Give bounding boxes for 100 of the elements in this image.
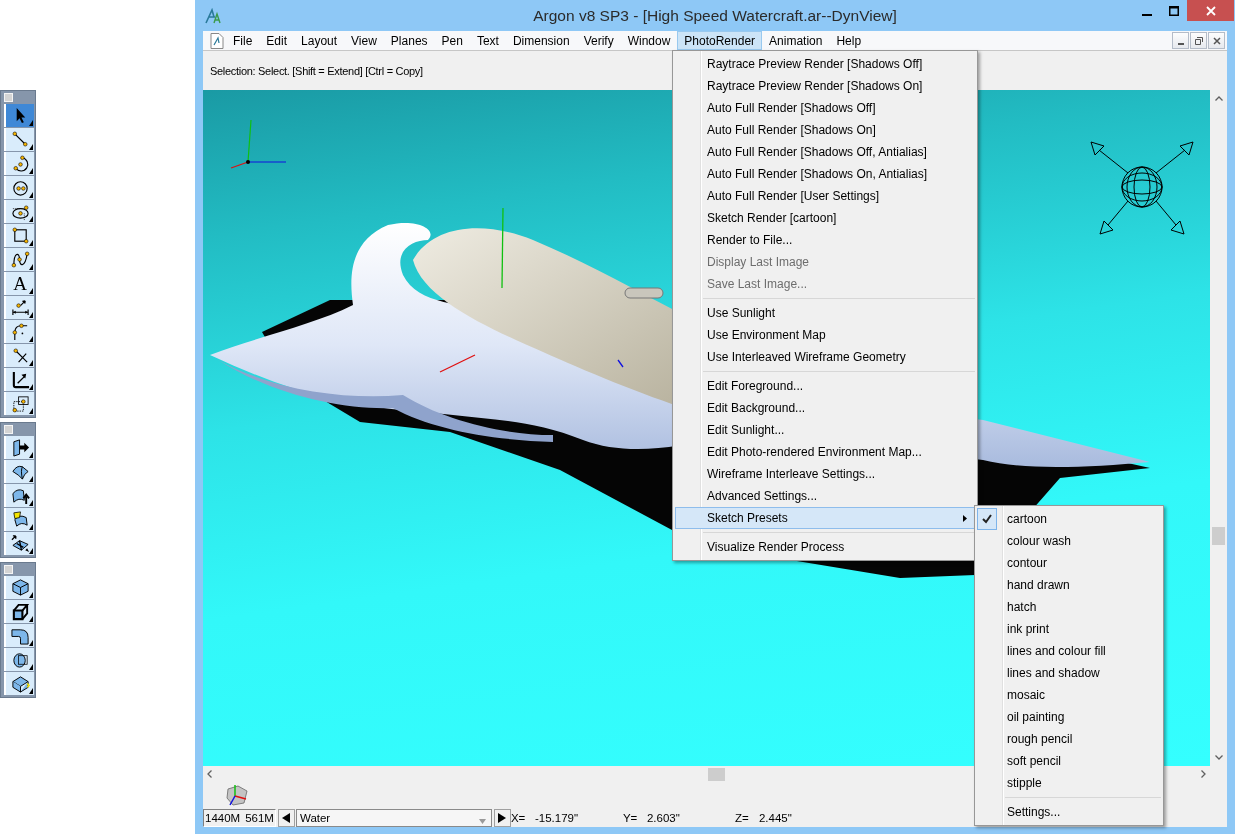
tool-button[interactable] [4,576,34,599]
document-icon[interactable] [210,32,224,49]
menu-item[interactable]: Edit Foreground... [675,375,975,397]
tool-button[interactable] [4,248,34,271]
tool-button[interactable]: A [4,272,34,295]
tool-button[interactable] [4,344,34,367]
menu-item[interactable]: hand drawn [977,574,1161,596]
menu-item[interactable]: Edit Photo-rendered Environment Map... [675,441,975,463]
chevron-right-icon[interactable] [1201,770,1206,778]
menu-item[interactable]: Auto Full Render [Shadows Off, Antialias] [675,141,975,163]
palette-grip-icon[interactable] [4,424,13,434]
flyout-triangle-icon [29,288,33,294]
previous-button[interactable] [277,808,295,827]
menu-item[interactable]: Auto Full Render [Shadows Off] [675,97,975,119]
menu-bar-item[interactable]: Verify [576,31,621,50]
axis-triad-icon [230,119,287,169]
tool-button[interactable] [4,176,34,199]
view-cube-icon[interactable] [224,783,250,807]
menu-item[interactable]: Settings... [977,801,1161,823]
tool-button[interactable] [4,128,34,151]
minimize-button[interactable] [1172,32,1189,49]
menu-item[interactable]: rough pencil [977,728,1161,750]
menu-item[interactable]: Visualize Render Process [675,536,975,558]
palette-grip-icon[interactable] [4,92,13,102]
tool-button[interactable] [4,104,34,127]
menu-bar-item[interactable]: View [344,31,384,50]
menu-bar-item[interactable]: Planes [383,31,435,50]
menu-item[interactable]: Use Interleaved Wireframe Geometry [675,346,975,368]
menu-item[interactable]: Raytrace Preview Render [Shadows On] [675,75,975,97]
menu-item[interactable]: Auto Full Render [Shadows On, Antialias] [675,163,975,185]
circle-icon [10,178,30,197]
close-button[interactable] [1187,0,1234,21]
scrollbar-thumb[interactable] [1212,527,1225,545]
restore-button[interactable] [1190,32,1207,49]
menu-item[interactable]: Sketch Presets [675,507,975,529]
dropdown-arrow-icon [478,818,486,824]
tool-button[interactable] [4,200,34,223]
menu-bar-item[interactable]: File [226,31,260,50]
tool-button[interactable] [4,484,34,507]
layer-dropdown[interactable]: Water [295,808,492,827]
rotate-gizmo-icon[interactable] [1090,141,1194,235]
menu-item[interactable]: Edit Sunlight... [675,419,975,441]
menu-bar-item[interactable]: Window [620,31,678,50]
menu-item[interactable]: Auto Full Render [User Settings] [675,185,975,207]
menu-bar-item[interactable]: Animation [762,31,830,50]
menu-item[interactable]: Raytrace Preview Render [Shadows Off] [675,53,975,75]
menu-bar-item[interactable]: PhotoRender [677,31,763,50]
tool-button[interactable] [4,624,34,647]
ellipse-icon [10,202,30,221]
menu-item[interactable]: contour [977,552,1161,574]
menu-item[interactable]: Edit Background... [675,397,975,419]
flyout-triangle-icon [29,384,33,390]
chevron-up-icon[interactable] [1214,96,1223,101]
chevron-left-icon[interactable] [207,770,212,778]
tool-button[interactable] [4,460,34,483]
menu-item[interactable]: stipple [977,772,1161,794]
menu-item[interactable]: Sketch Render [cartoon] [675,207,975,229]
menu-item[interactable]: Use Environment Map [675,324,975,346]
menu-item[interactable]: lines and shadow [977,662,1161,684]
menu-item[interactable]: oil painting [977,706,1161,728]
tool-button[interactable] [4,672,34,695]
tool-button[interactable] [4,532,34,555]
menu-bar-item[interactable]: Help [829,31,869,50]
tool-button[interactable] [4,436,34,459]
scrollbar-thumb[interactable] [708,767,725,781]
tool-button[interactable] [4,224,34,247]
tool-button[interactable] [4,508,34,531]
menu-item[interactable]: Advanced Settings... [675,485,975,507]
menu-item[interactable]: colour wash [977,530,1161,552]
menu-item[interactable]: Wireframe Interleave Settings... [675,463,975,485]
triangle-left-icon [282,812,291,823]
menu-item[interactable]: Render to File... [675,229,975,251]
tool-button[interactable] [4,152,34,175]
flyout-triangle-icon [29,640,33,646]
menu-bar-item[interactable]: Pen [434,31,470,50]
chevron-down-icon[interactable] [1214,755,1223,760]
menu-bar-item[interactable]: Edit [259,31,295,50]
menu-bar-item[interactable]: Layout [294,31,345,50]
menu-item[interactable]: Auto Full Render [Shadows On] [675,119,975,141]
palette-grip-icon[interactable] [4,564,13,574]
tool-button[interactable] [4,368,34,391]
menu-bar-item[interactable]: Text [469,31,506,50]
tool-button[interactable] [4,392,34,415]
menu-item[interactable]: soft pencil [977,750,1161,772]
close-button[interactable] [1208,32,1225,49]
flyout-triangle-icon [29,168,33,174]
tool-button[interactable] [4,320,34,343]
menu-item[interactable]: hatch [977,596,1161,618]
menu-bar-item[interactable]: Dimension [505,31,577,50]
bent-pipe-icon [10,626,30,645]
tool-button[interactable] [4,296,34,319]
menu-item[interactable]: ink print [977,618,1161,640]
tool-button[interactable] [4,648,34,671]
tool-button[interactable] [4,600,34,623]
menu-item[interactable]: mosaic [977,684,1161,706]
minimize-icon [1177,42,1184,45]
menu-item[interactable]: lines and colour fill [977,640,1161,662]
menu-item[interactable]: cartoon [977,508,1161,530]
next-button[interactable] [493,808,511,827]
menu-item[interactable]: Use Sunlight [675,302,975,324]
